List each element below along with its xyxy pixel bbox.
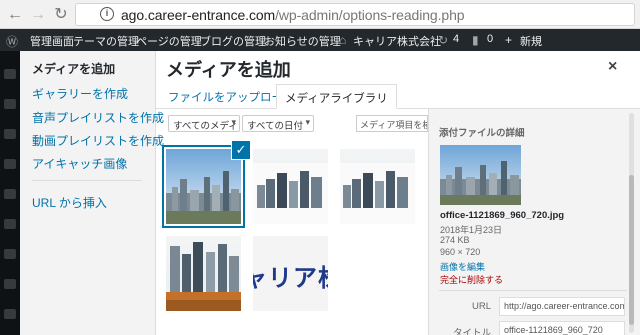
updates-icon: ↻ [438,33,449,47]
comments-icon: ▮ [472,33,479,47]
attachment-thumbnail[interactable]: ャリア株 [253,236,328,311]
skyline-graphic [166,242,241,311]
url-field[interactable]: http://ago.career-entrance.com/wp-conten… [499,297,625,316]
updates-count[interactable]: 4 [453,33,459,45]
details-separator [439,290,627,291]
detail-thumbnail [440,145,521,205]
title-label: タイトル [452,328,491,335]
delete-permanently-link[interactable]: 完全に削除する [440,273,503,286]
browser-toolbar: ← → ↻ i ago.career-entrance.com/wp-admin… [0,0,640,29]
forward-arrow-icon[interactable]: → [29,6,47,24]
admin-bar-site-name[interactable]: キャリア株式会社 [353,33,441,49]
skyline-graphic [166,171,241,224]
banner-image: ャリア株 [253,236,328,311]
attachment-thumbnail[interactable] [166,149,241,224]
close-icon[interactable]: × [608,58,617,76]
plus-icon: + [505,33,513,47]
back-arrow-icon[interactable]: ← [6,6,24,24]
menu-separator [32,180,142,181]
media-menu: メディアを追加 ギャラリーを作成 音声プレイリストを作成 動画プレイリストを作成… [20,51,164,335]
home-icon: ⌂ [339,33,347,47]
media-search-input[interactable]: メディア項目を検索 [356,115,428,132]
attachment-filename: office-1121869_960_720.jpg [440,210,565,221]
edit-image-link[interactable]: 画像を編集 [440,260,485,273]
detail-city-photo [440,145,521,205]
details-heading: 添付ファイルの詳細 [439,128,525,139]
comments-count[interactable]: 0 [487,33,493,45]
title-field[interactable]: office-1121869_960_720 [499,321,625,335]
media-router-tabs: ファイルをアップロード メディアライブラリ [156,84,640,109]
menu-create-gallery[interactable]: ギャラリーを作成 [32,85,128,102]
admin-bar-item[interactable]: ブログの管理 [200,33,266,49]
site-info-icon[interactable]: i [100,7,114,21]
attachment-thumbnail[interactable] [166,236,241,311]
url-text[interactable]: ago.career-entrance.com/wp-admin/options… [121,7,465,23]
admin-bar-item[interactable]: 管理画面 [30,33,74,49]
skyline-graphic [340,163,415,224]
media-toolbar: すべてのメディア すべての日付 メディア項目を検索 [156,109,428,137]
skyline-graphic [253,163,328,224]
modal-title: メディアを追加 [166,60,291,80]
url-label: URL [471,301,491,312]
wp-admin-bar: Ⓦ 管理画面 テーマの管理 ページの管理 ブログの管理 お知らせの管理 ⌂ キャ… [0,29,640,51]
selected-check-icon[interactable]: ✓ [232,141,250,159]
menu-add-media[interactable]: メディアを追加 [32,60,115,77]
url-host: ago.career-entrance.com [121,7,276,23]
url-path: /wp-admin/options-reading.php [275,7,465,23]
date-filter[interactable]: すべての日付 [242,115,314,132]
media-modal: メディアを追加 ギャラリーを作成 音声プレイリストを作成 動画プレイリストを作成… [20,51,640,335]
menu-featured-image[interactable]: アイキャッチ画像 [32,155,127,172]
menu-create-audio-playlist[interactable]: 音声プレイリストを作成 [32,109,164,126]
media-type-filter[interactable]: すべてのメディア [168,115,240,132]
attachment-filesize: 274 KB [440,235,470,245]
wordpress-logo-icon[interactable]: Ⓦ [6,33,18,50]
attachment-details: 添付ファイルの詳細 office-1121869_960_720.jpg 201… [428,109,640,335]
admin-bar-item[interactable]: お知らせの管理 [264,33,341,49]
reload-icon[interactable]: ↻ [52,6,70,24]
attachment-dimensions: 960 × 720 [440,247,481,257]
admin-bar-item[interactable]: ページの管理 [136,33,202,49]
menu-insert-from-url[interactable]: URL から挿入 [32,194,107,211]
attachment-thumbnail[interactable] [340,149,415,224]
details-scrollbar[interactable] [629,113,634,333]
admin-bar-item[interactable]: テーマの管理 [73,33,139,49]
scrollbar-thumb[interactable] [629,175,634,325]
banner-text: ャリア株 [253,265,328,292]
admin-bar-new[interactable]: 新規 [520,33,542,49]
attachment-thumbnail[interactable] [253,149,328,224]
attachments-grid: ✓ ャリア [156,141,428,335]
menu-create-video-playlist[interactable]: 動画プレイリストを作成 [32,132,164,149]
tab-media-library[interactable]: メディアライブラリ [276,84,397,109]
